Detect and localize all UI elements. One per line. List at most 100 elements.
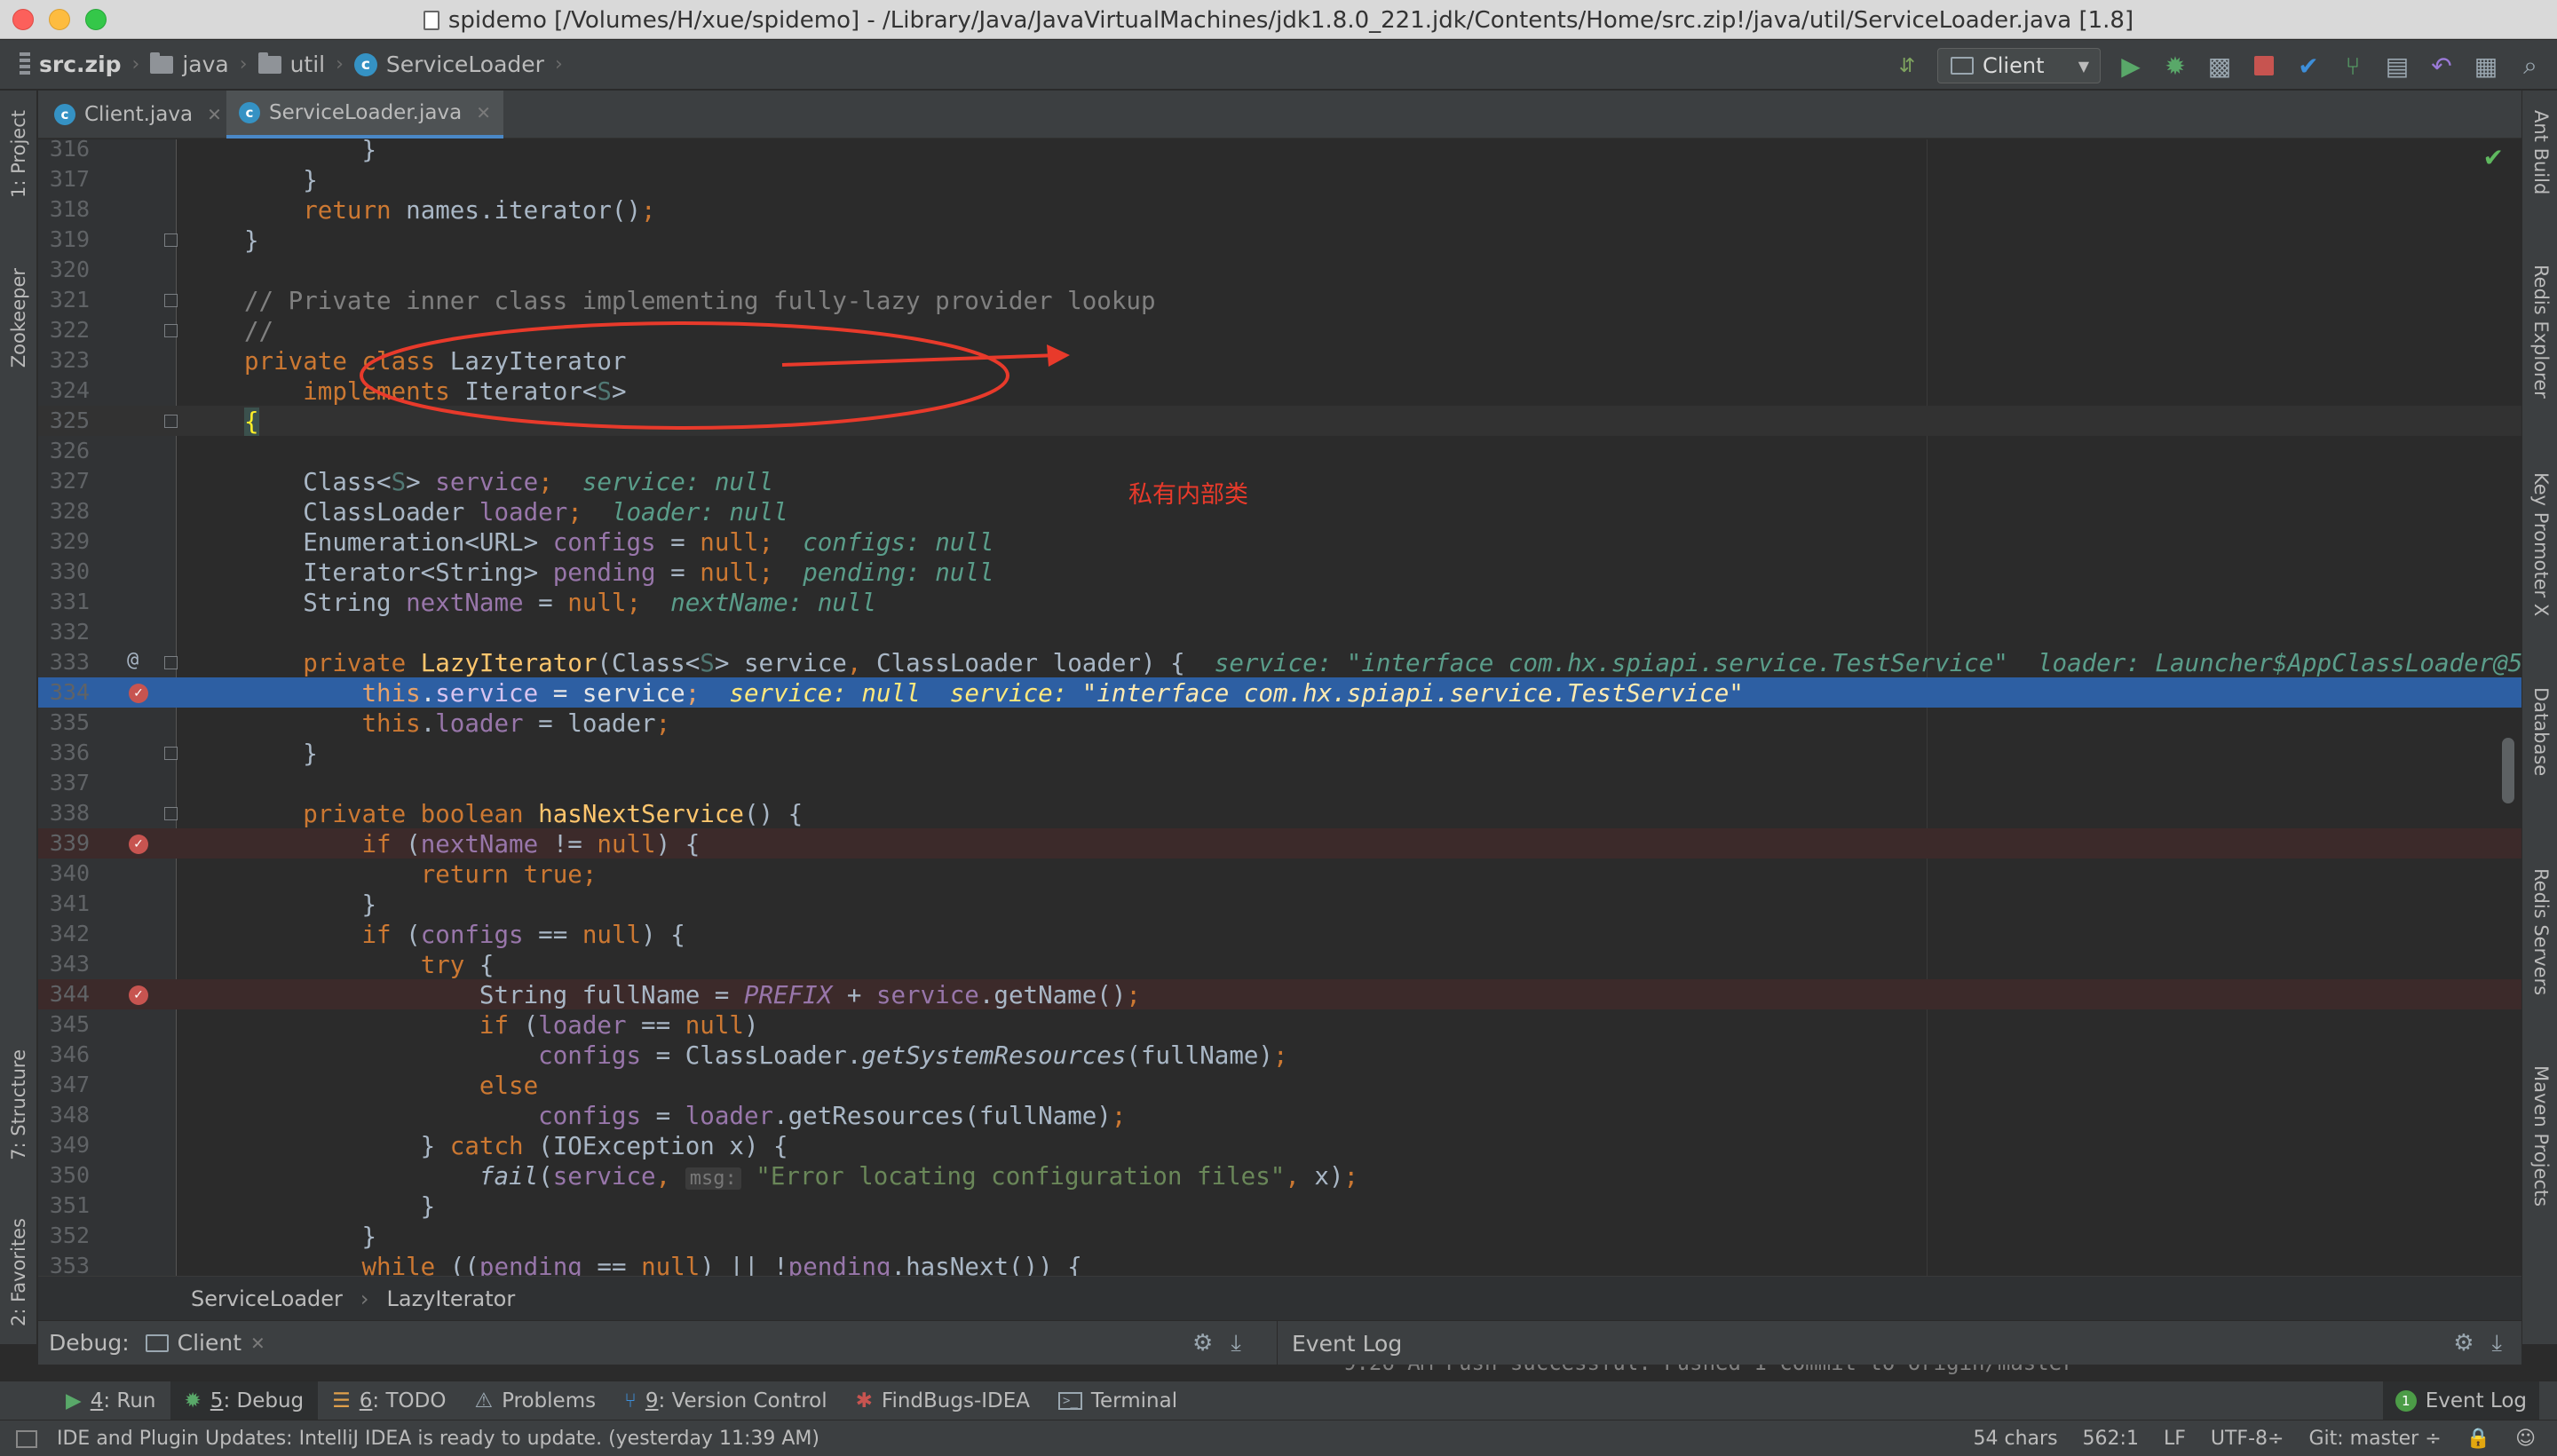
breakpoint-icon[interactable]: ✓	[129, 985, 148, 1005]
code-line[interactable]: 336 }	[38, 738, 2521, 768]
git-branch[interactable]: Git: master ÷	[2308, 1428, 2441, 1450]
fold-icon[interactable]	[164, 294, 178, 307]
fold-icon[interactable]	[164, 324, 178, 337]
fold-icon[interactable]	[164, 233, 178, 247]
toolwindow-debug[interactable]: ✹ 5: Debug	[170, 1381, 319, 1420]
gear-icon[interactable]: ⚙	[2453, 1330, 2474, 1357]
tool-tab-project[interactable]: 1: Project	[8, 110, 29, 198]
tool-tab-zookeeper[interactable]: Zookeeper	[8, 268, 29, 368]
hide-icon[interactable]: ⤓	[2492, 1330, 2503, 1357]
hide-icon[interactable]: ⤓	[1231, 1330, 1241, 1357]
vcs-update-icon[interactable]: ✔	[2294, 51, 2323, 81]
code-line[interactable]: 318 return names.iterator();	[38, 194, 2521, 225]
fold-icon[interactable]	[164, 747, 178, 760]
caret-position[interactable]: 562:1	[2083, 1428, 2139, 1450]
breakpoint-line[interactable]: 344 ✓ String fullName = PREFIX + service.…	[38, 979, 2521, 1009]
breakpoint-icon[interactable]: ✓	[129, 835, 148, 854]
tab-serviceloader-java[interactable]: c ServiceLoader.java ✕	[226, 91, 503, 138]
stop-icon[interactable]	[2250, 51, 2278, 80]
execution-line[interactable]: 334 ✓ this.service = service; service: nu…	[38, 677, 2521, 708]
code-line[interactable]: 328 ClassLoader loader; loader: null	[38, 496, 2521, 526]
crumb-src-zip[interactable]: src.zip	[20, 51, 122, 77]
vcs-commit-icon[interactable]: ⑂	[2339, 51, 2367, 81]
inspection-ok-icon[interactable]: ✔	[2483, 143, 2504, 172]
code-crumb-inner-class[interactable]: LazyIterator	[387, 1286, 516, 1311]
code-line[interactable]: 329 Enumeration<URL> configs = null; con…	[38, 526, 2521, 557]
tool-tab-key-promoter[interactable]: Key Promoter X	[2530, 472, 2552, 616]
code-line[interactable]: 324 implements Iterator<S>	[38, 376, 2521, 406]
build-icon[interactable]: ⇵	[1893, 51, 1921, 80]
toolwindow-run[interactable]: ▶ 4: Run	[51, 1381, 170, 1420]
code-line[interactable]: 319}	[38, 225, 2521, 255]
tool-tab-ant-build[interactable]: Ant Build	[2530, 110, 2552, 194]
line-separator[interactable]: LF	[2164, 1428, 2186, 1450]
toolwindow-todo[interactable]: ☰ 6: TODO	[318, 1381, 460, 1420]
coverage-icon[interactable]: ▩	[2205, 51, 2234, 81]
code-line[interactable]: 341 }	[38, 889, 2521, 919]
gear-icon[interactable]: ⚙	[1192, 1330, 1213, 1357]
code-line[interactable]: 327 Class<S> service; service: null	[38, 466, 2521, 496]
code-line[interactable]: 348 configs = loader.getResources(fullNa…	[38, 1100, 2521, 1130]
tool-tab-favorites[interactable]: 2: Favorites	[8, 1218, 29, 1326]
code-line[interactable]: 322 //	[38, 315, 2521, 345]
code-line[interactable]: 338 private boolean hasNextService() {	[38, 798, 2521, 828]
toolwindow-terminal[interactable]: >_ Terminal	[1044, 1381, 1191, 1420]
crumb-util[interactable]: util	[257, 51, 325, 77]
run-configuration-select[interactable]: Client ▼	[1937, 48, 2101, 83]
code-line[interactable]: 340 return true;	[38, 859, 2521, 889]
code-line[interactable]: 337	[38, 768, 2521, 798]
close-icon[interactable]: ✕	[250, 1333, 265, 1354]
file-encoding[interactable]: UTF-8÷	[2211, 1428, 2284, 1450]
debug-session-tab[interactable]: Client ✕	[145, 1330, 265, 1356]
breakpoint-icon[interactable]: ✓	[129, 684, 148, 703]
code-crumb-class[interactable]: ServiceLoader	[191, 1286, 343, 1311]
tool-tab-database[interactable]: Database	[2530, 687, 2552, 776]
debug-icon[interactable]: ✹	[2161, 51, 2189, 81]
crumb-java[interactable]: java	[150, 51, 229, 77]
code-line[interactable]: 320	[38, 255, 2521, 285]
inspector-icon[interactable]: ☺	[2515, 1428, 2536, 1450]
code-line[interactable]: 326	[38, 436, 2521, 466]
code-line[interactable]: 353 while ((pending == null) || !pending…	[38, 1251, 2521, 1276]
close-icon[interactable]: ✕	[207, 104, 222, 125]
close-icon[interactable]: ✕	[476, 102, 491, 123]
code-line[interactable]: 343 try {	[38, 949, 2521, 979]
code-line[interactable]: 342 if (configs == null) {	[38, 919, 2521, 949]
fold-icon[interactable]	[164, 807, 178, 820]
implementation-marker-icon[interactable]: @	[127, 649, 139, 671]
code-line[interactable]: 325 {	[38, 406, 2521, 436]
run-icon[interactable]: ▶	[2117, 51, 2145, 81]
code-line[interactable]: 352 }	[38, 1221, 2521, 1251]
code-line[interactable]: 351 }	[38, 1191, 2521, 1221]
tool-tab-redis-explorer[interactable]: Redis Explorer	[2530, 265, 2552, 399]
breakpoint-line[interactable]: 339 ✓ if (nextName != null) {	[38, 828, 2521, 859]
vcs-compare-icon[interactable]: ▤	[2383, 51, 2411, 81]
toolwindow-version-control[interactable]: ⑂ 9: Version Control	[610, 1381, 842, 1420]
project-structure-icon[interactable]: ▦	[2472, 51, 2500, 81]
code-line[interactable]: 316 }	[38, 139, 2521, 164]
code-line[interactable]: 347 else	[38, 1070, 2521, 1100]
code-line[interactable]: 321 // Private inner class implementing f…	[38, 285, 2521, 315]
code-line[interactable]: 331 String nextName = null; nextName: nu…	[38, 587, 2521, 617]
editor-scrollbar-thumb[interactable]	[2502, 738, 2514, 803]
code-line[interactable]: 345 if (loader == null)	[38, 1009, 2521, 1040]
tool-windows-toggle-icon[interactable]	[16, 1429, 37, 1448]
crumb-serviceloader[interactable]: c ServiceLoader	[353, 51, 544, 77]
toolwindow-findbugs[interactable]: ✱ FindBugs-IDEA	[842, 1381, 1044, 1420]
event-log-button[interactable]: 1 Event Log	[2382, 1381, 2539, 1420]
code-line[interactable]: 349 } catch (IOException x) {	[38, 1130, 2521, 1160]
code-line[interactable]: 317 }	[38, 164, 2521, 194]
revert-icon[interactable]: ↶	[2427, 51, 2456, 81]
code-line[interactable]: 323 private class LazyIterator	[38, 345, 2521, 376]
code-line[interactable]: 330 Iterator<String> pending = null; pen…	[38, 557, 2521, 587]
tool-tab-maven[interactable]: Maven Projects	[2530, 1065, 2552, 1207]
code-line[interactable]: 332	[38, 617, 2521, 647]
tool-tab-redis-servers[interactable]: Redis Servers	[2530, 868, 2552, 995]
code-editor[interactable]: 316 } 317 } 318 return names.iterator();…	[38, 139, 2521, 1276]
lock-icon[interactable]: 🔒	[2466, 1428, 2490, 1450]
tab-client-java[interactable]: c Client.java ✕	[42, 91, 234, 138]
fold-icon[interactable]	[164, 415, 178, 428]
code-line[interactable]: 335 this.loader = loader;	[38, 708, 2521, 738]
status-message[interactable]: IDE and Plugin Updates: IntelliJ IDEA is…	[57, 1428, 819, 1450]
code-line[interactable]: 346 configs = ClassLoader.getSystemResou…	[38, 1040, 2521, 1070]
